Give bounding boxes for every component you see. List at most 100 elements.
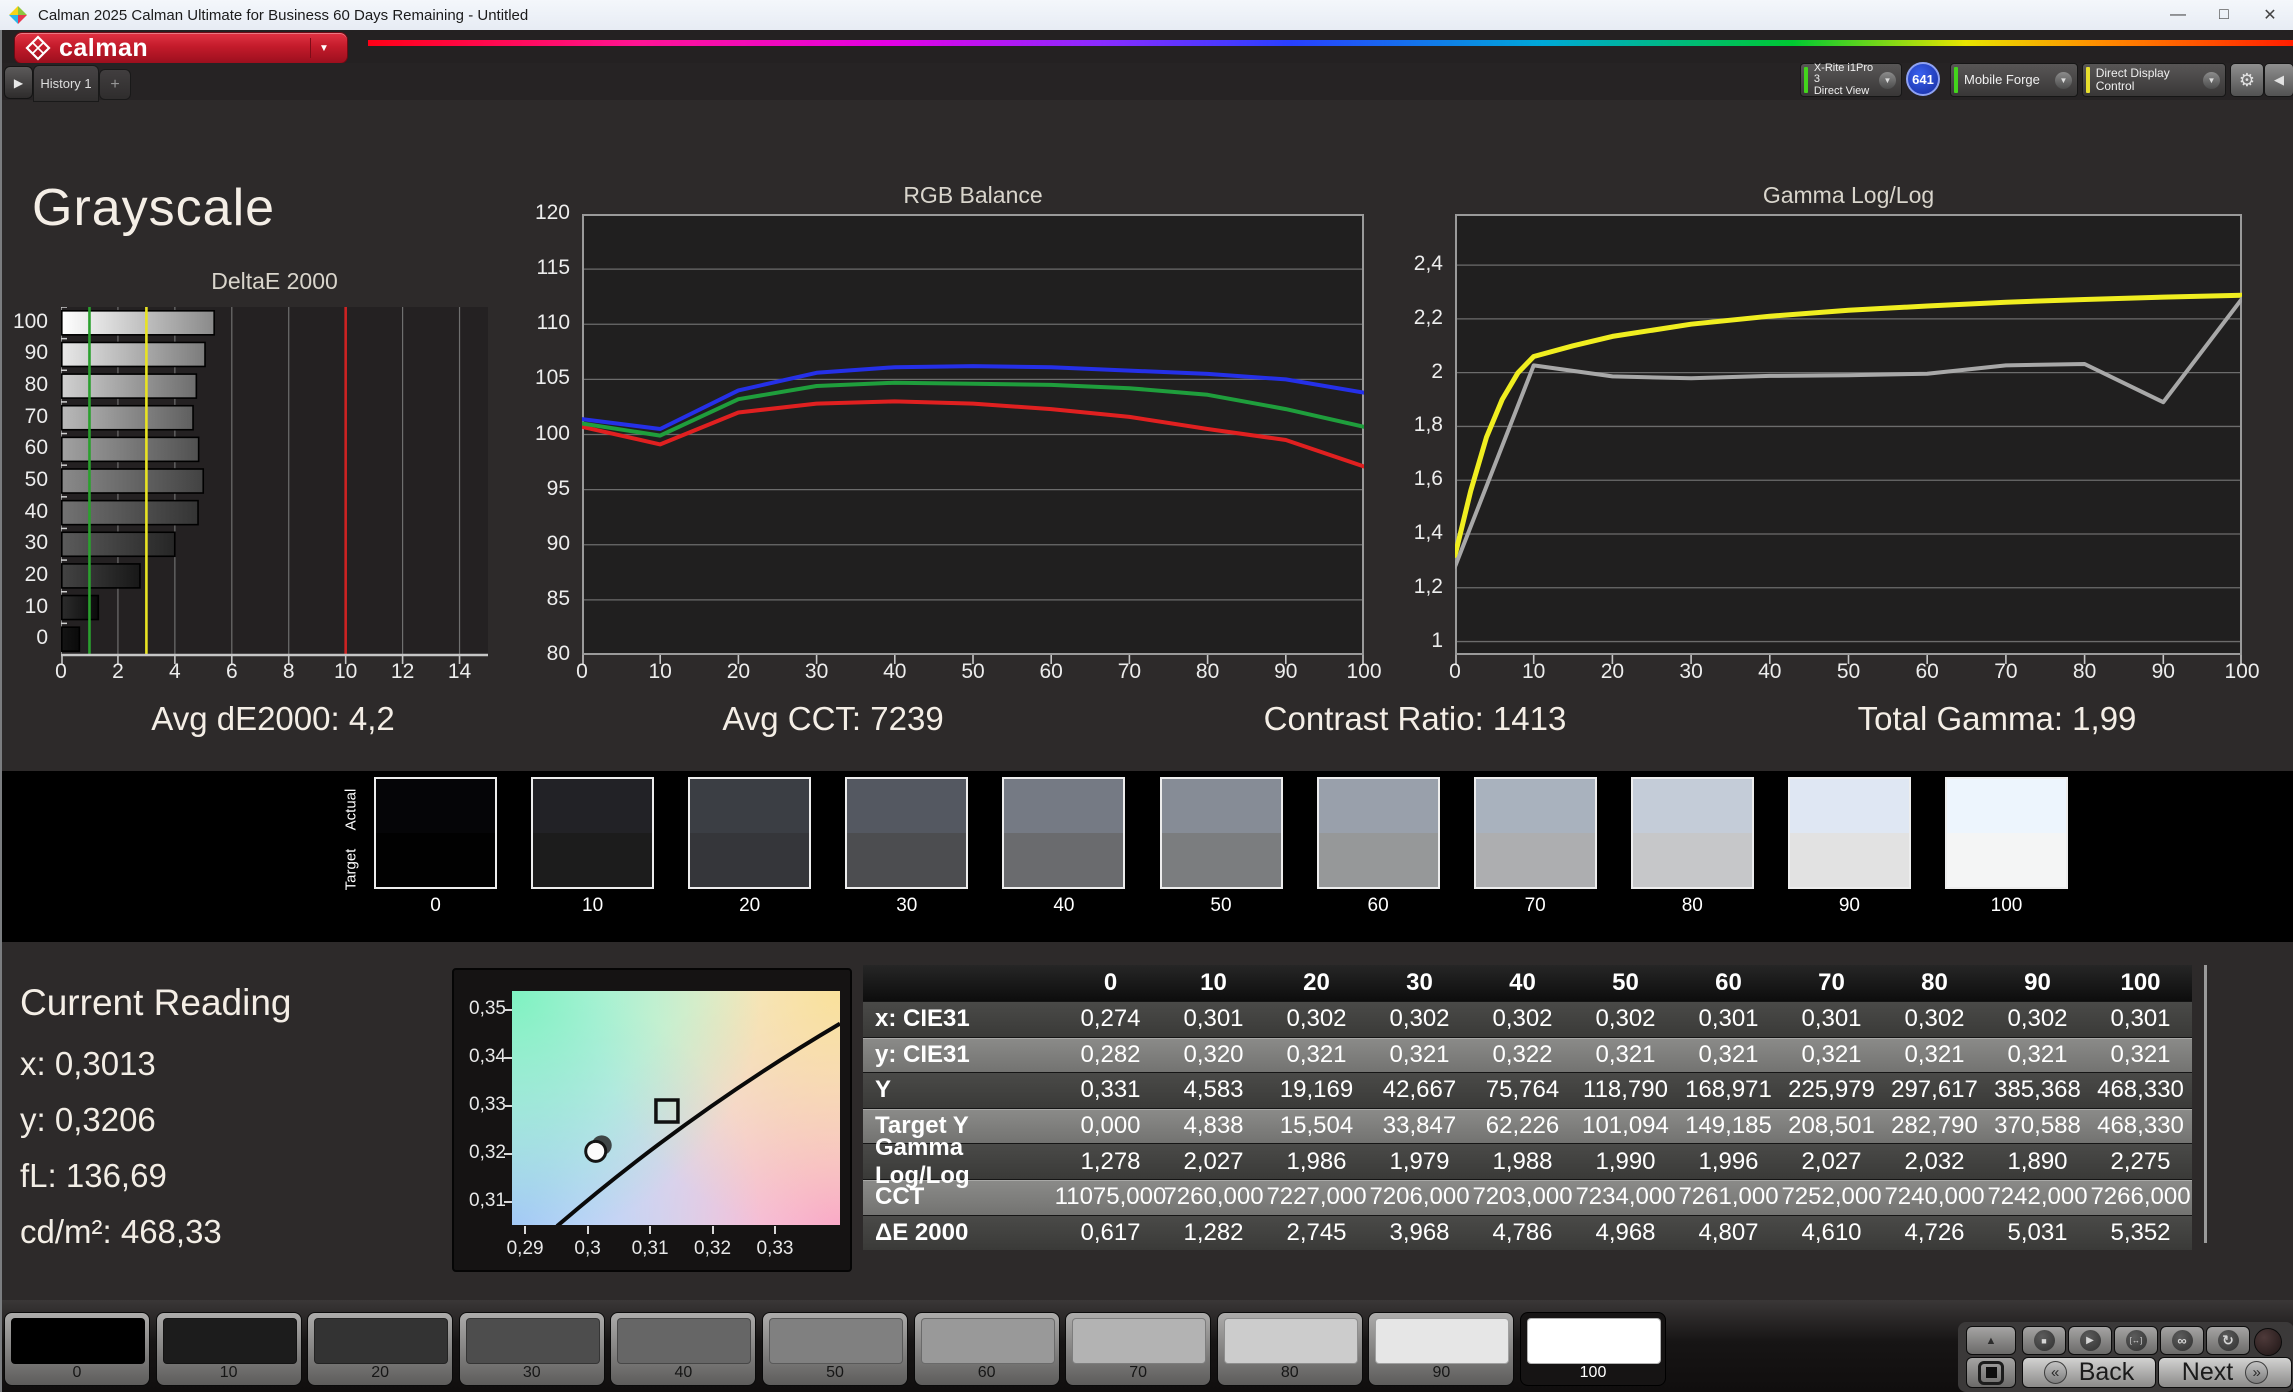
table-cell: 0,321 (1780, 1038, 1883, 1073)
run-button[interactable]: ▶ (4, 66, 33, 99)
table-cell: 0,321 (1986, 1038, 2089, 1073)
swatch-label-40: 40 (1002, 895, 1125, 917)
patch-button-60[interactable]: 60 (914, 1312, 1060, 1386)
table-cell: 42,667 (1368, 1073, 1471, 1108)
table-cell: 0,301 (1780, 1002, 1883, 1037)
meter-dropdown-i1pro3[interactable]: X-Rite i1Pro 3 Direct View ▼ (1800, 63, 1902, 97)
table-cell: 468,330 (2089, 1109, 2192, 1144)
swatch-label-50: 50 (1160, 895, 1283, 917)
rgb_balance-x-tick-0: 0 (552, 660, 612, 684)
chevron-down-icon: ▼ (2055, 72, 2072, 89)
patch-button-10[interactable]: 10 (156, 1312, 302, 1386)
table-cell: 101,094 (1574, 1109, 1677, 1144)
patch-chip-20 (314, 1318, 448, 1364)
table-cell: 0,274 (1059, 1002, 1162, 1037)
stop-icon: ■ (2034, 1330, 2055, 1351)
table-cell: 4,726 (1883, 1216, 1986, 1251)
deltae-bar-10 (62, 596, 98, 620)
table-cell: 7203,000 (1471, 1180, 1574, 1215)
gamma-y-tick-2,2: 2,2 (1414, 306, 1443, 330)
table-cell: 0,301 (1162, 1002, 1265, 1037)
calman-diamond-icon (25, 35, 51, 61)
patch-button-20[interactable]: 20 (307, 1312, 453, 1386)
meter-status-badge: 641 (1906, 62, 1940, 96)
stop-button[interactable]: ■ (2022, 1326, 2066, 1355)
rgb_balance-x-tick-10: 10 (630, 660, 690, 684)
continuous-read-button[interactable]: ∞ (2160, 1326, 2204, 1355)
table-cell: 0,321 (1368, 1038, 1471, 1073)
play-button[interactable]: ▶ (2068, 1326, 2112, 1355)
next-button[interactable]: Next » (2158, 1357, 2292, 1388)
deltae-x-tick-4: 4 (145, 660, 205, 684)
swatch-90-target (1790, 833, 1909, 887)
table-cell: 208,501 (1780, 1109, 1883, 1144)
table-cell: 1,986 (1265, 1144, 1368, 1179)
measurement-table: 0102030405060708090100x: CIE310,2740,301… (863, 965, 2192, 1250)
close-button[interactable]: ✕ (2247, 0, 2293, 30)
swatch-0-target (376, 833, 495, 887)
refresh-button[interactable]: ↻ (2206, 1326, 2250, 1355)
gamma-x-tick-80: 80 (2055, 660, 2115, 684)
meter-dropdown-display-control[interactable]: Direct Display Control ▼ (2082, 63, 2226, 97)
patch-button-50[interactable]: 50 (762, 1312, 908, 1386)
patch-button-80[interactable]: 80 (1217, 1312, 1363, 1386)
patch-button-0[interactable]: 0 (4, 1312, 150, 1386)
patch-button-90[interactable]: 90 (1368, 1312, 1514, 1386)
gamma-x-tick-30: 30 (1661, 660, 1721, 684)
table-cell: 7240,000 (1883, 1180, 1986, 1215)
table-cell: 0,301 (1677, 1002, 1780, 1037)
table-cell: 0,282 (1059, 1038, 1162, 1073)
table-cell: 0,320 (1162, 1038, 1265, 1073)
transport-cluster: ▲ ■ ▶ [↔] ∞ ↻ « Back Next » (1958, 1322, 2293, 1392)
cie-axis-labels: 0,350,340,330,320,310,290,30,310,320,33 (454, 970, 854, 1274)
add-tab-button[interactable]: + (99, 69, 131, 100)
calman-logo-button[interactable]: calman ▼ (14, 32, 348, 64)
table-row: Target Y0,0004,83815,50433,84762,226101,… (863, 1108, 2192, 1144)
patch-button-100[interactable]: 100 (1520, 1312, 1666, 1386)
patch-label-90: 90 (1369, 1364, 1513, 1382)
patch-button-30[interactable]: 30 (459, 1312, 605, 1386)
swatch-50-target (1162, 833, 1281, 887)
deltae-y-axis: 1009080706050403020100 (0, 307, 56, 655)
refresh-icon: ↻ (2218, 1330, 2239, 1351)
tab-history-1[interactable]: History 1 (33, 65, 99, 102)
scroll-up-button[interactable]: ▲ (1966, 1326, 2016, 1355)
patch-button-70[interactable]: 70 (1065, 1312, 1211, 1386)
gamma-x-tick-0: 0 (1425, 660, 1485, 684)
patch-label-10: 10 (157, 1364, 301, 1382)
table-cell: 468,330 (2089, 1073, 2192, 1108)
infinity-icon: ∞ (2172, 1330, 2193, 1351)
patch-chip-30 (466, 1318, 600, 1364)
step-read-button[interactable]: [↔] (2114, 1326, 2158, 1355)
table-cell: 0,301 (2089, 1002, 2192, 1037)
chevron-down-icon: ▼ (2203, 72, 2220, 89)
table-cell: 7252,000 (1780, 1180, 1883, 1215)
patch-window-button[interactable] (1966, 1357, 2016, 1388)
gamma-y-tick-1,2: 1,2 (1414, 575, 1443, 599)
table-cell: 168,971 (1677, 1073, 1780, 1108)
gamma-y-tick-1,4: 1,4 (1414, 521, 1443, 545)
maximize-button[interactable]: □ (2201, 0, 2247, 30)
rgb_balance-x-tick-70: 70 (1099, 660, 1159, 684)
meter-dropdown-mobile-forge[interactable]: Mobile Forge ▼ (1950, 63, 2078, 97)
calman-logo-text: calman (59, 34, 148, 63)
table-cell: 370,588 (1986, 1109, 2089, 1144)
patch-chip-10 (163, 1318, 297, 1364)
rgb-y-axis: 12011511010510095908580 (516, 214, 576, 655)
back-button[interactable]: « Back (2022, 1357, 2156, 1388)
gamma-x-tick-10: 10 (1504, 660, 1564, 684)
table-cell: 7206,000 (1368, 1180, 1471, 1215)
table-cell: 385,368 (1986, 1073, 2089, 1108)
table-cell: 0,617 (1059, 1216, 1162, 1251)
table-cell: 0,321 (1677, 1038, 1780, 1073)
patch-button-40[interactable]: 40 (610, 1312, 756, 1386)
deltae-y-tick-100: 100 (13, 310, 48, 334)
deltae-x-tick-10: 10 (316, 660, 376, 684)
table-row-label (863, 965, 1059, 1001)
deltae-y-tick-80: 80 (25, 373, 48, 397)
collapse-panel-button[interactable]: ◀ (2264, 63, 2293, 97)
rgb_balance-x-tick-30: 30 (787, 660, 847, 684)
patch-label-30: 30 (460, 1364, 604, 1382)
settings-gear-button[interactable]: ⚙ (2230, 63, 2264, 97)
minimize-button[interactable]: — (2155, 0, 2201, 30)
